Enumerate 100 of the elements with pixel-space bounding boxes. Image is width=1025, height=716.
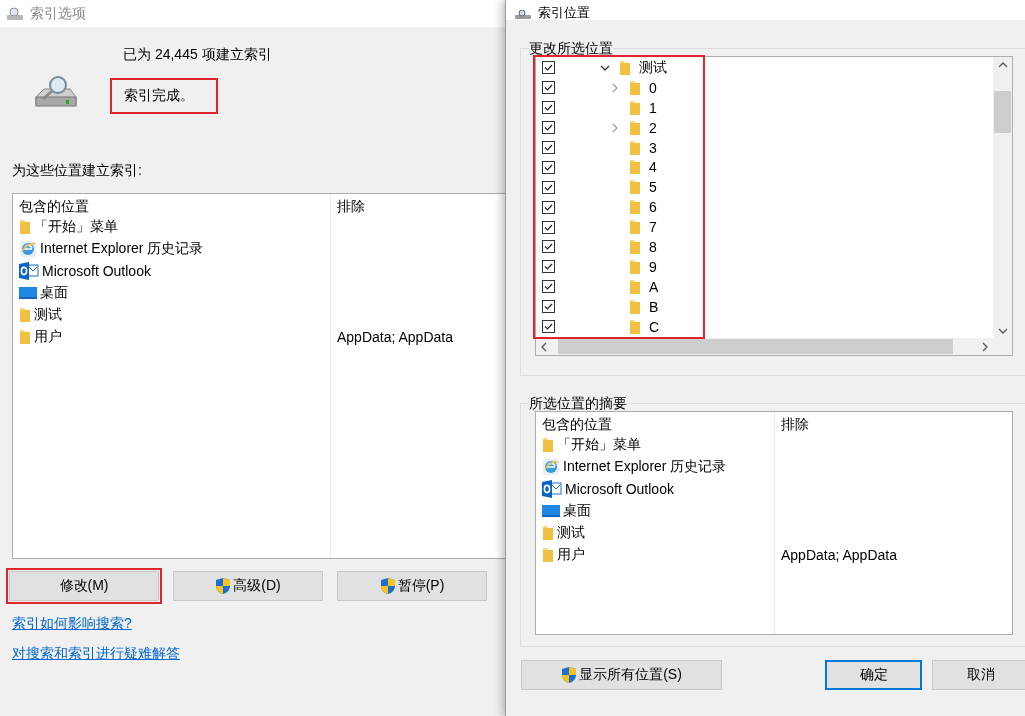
folder-name: B: [649, 298, 659, 315]
modify-button[interactable]: 修改(M): [9, 571, 159, 601]
folder-name: 0: [649, 79, 657, 96]
column-header: 包含的位置: [542, 416, 613, 434]
horizontal-scrollbar[interactable]: [536, 338, 993, 355]
folder-icon: [19, 307, 31, 323]
checkbox[interactable]: [542, 320, 555, 333]
folder-icon: [629, 258, 641, 275]
vertical-scrollbar[interactable]: [993, 57, 1012, 338]
dialog-button[interactable]: 取消: [932, 660, 1025, 690]
column-header: 排除: [781, 416, 810, 434]
checkbox[interactable]: [542, 240, 555, 254]
section-label: 为这些位置建立索引:: [12, 162, 143, 180]
checkbox[interactable]: [542, 101, 555, 115]
folder-icon: [629, 238, 641, 255]
shield-icon: [215, 577, 232, 595]
checkbox[interactable]: [542, 81, 555, 95]
location-name: 桌面: [40, 284, 68, 302]
shield-icon: [379, 577, 396, 595]
checkbox[interactable]: [542, 121, 555, 135]
folder-icon: [629, 99, 641, 116]
dialog-button[interactable]: 确定: [825, 660, 922, 690]
location-name: 测试: [34, 306, 62, 324]
indexed-count: 已为 24,445 项建立索引: [123, 45, 272, 63]
scrollbar-thumb[interactable]: [558, 339, 953, 354]
folder-icon: [629, 219, 641, 236]
checkbox[interactable]: [542, 220, 555, 234]
mail-app-icon: [542, 480, 562, 498]
status-text: 索引完成。: [124, 87, 194, 105]
location-name: 桌面: [563, 502, 591, 520]
checkbox[interactable]: [542, 260, 555, 274]
location-name: 用户: [34, 328, 62, 346]
folder-name: A: [649, 278, 659, 295]
folder-name: 8: [649, 238, 657, 255]
folder-icon: [542, 437, 554, 453]
folder-icon: [542, 547, 554, 563]
folder-icon: [629, 159, 641, 176]
folder-name: 测试: [639, 58, 667, 77]
checkbox[interactable]: [542, 61, 555, 75]
dialog-button[interactable]: 显示所有位置(S): [521, 660, 722, 690]
folder-name: 9: [649, 258, 657, 275]
folder-name: C: [649, 318, 660, 335]
folder-icon: [629, 79, 641, 96]
folder-icon: [629, 199, 641, 216]
window-title: 索引选项: [30, 4, 86, 23]
location-name: 测试: [557, 524, 585, 542]
admin-button[interactable]: 暂停(P): [337, 571, 487, 601]
folder-name: 1: [649, 99, 657, 116]
folder-name: 2: [649, 119, 657, 136]
help-link[interactable]: 索引如何影响搜索?: [12, 614, 132, 632]
group-title: 所选位置的摘要: [529, 395, 627, 411]
group-title: 更改所选位置: [529, 40, 613, 56]
folder-icon: [629, 318, 641, 335]
window-title: 索引位置: [538, 6, 590, 20]
folder-icon: [629, 278, 641, 295]
checkbox[interactable]: [542, 180, 555, 194]
folder-icon: [629, 139, 641, 156]
folder-icon: [542, 525, 554, 541]
search-drive-icon: [6, 6, 24, 21]
checkbox[interactable]: [542, 160, 555, 174]
checkbox[interactable]: [542, 280, 555, 294]
location-name: Internet Explorer 历史记录: [563, 458, 727, 476]
location-name: 「开始」菜单: [34, 218, 118, 236]
folder-icon: [19, 329, 31, 345]
location-name: Internet Explorer 历史记录: [40, 240, 204, 258]
admin-button[interactable]: 高级(D): [173, 571, 323, 601]
column-header: 排除: [337, 198, 366, 216]
checkbox[interactable]: [542, 141, 555, 154]
folder-name: 7: [649, 219, 657, 236]
folder-icon: [19, 219, 31, 235]
folder-icon: [619, 59, 631, 76]
folder-icon: [629, 119, 641, 136]
checkbox[interactable]: [542, 200, 555, 214]
folder-name: 6: [649, 199, 657, 216]
chevron-right-icon[interactable]: [981, 341, 989, 352]
browser-icon: [542, 458, 560, 476]
location-name: 用户: [557, 546, 585, 564]
location-name: Microsoft Outlook: [565, 481, 674, 497]
chevron-left-icon[interactable]: [540, 341, 548, 352]
location-name: Microsoft Outlook: [42, 263, 151, 279]
folder-icon: [629, 179, 641, 196]
desktop-icon: [19, 286, 37, 300]
folder-name: 4: [649, 159, 657, 176]
scrollbar-thumb[interactable]: [994, 91, 1011, 133]
search-drive-icon: [514, 10, 532, 20]
desktop-icon: [542, 504, 560, 518]
browser-icon: [19, 240, 37, 258]
checkbox[interactable]: [542, 300, 555, 314]
folder-name: 5: [649, 179, 657, 196]
folder-name: 3: [649, 139, 657, 156]
column-header: 包含的位置: [19, 198, 90, 216]
chevron-up-icon[interactable]: [997, 61, 1008, 69]
help-link[interactable]: 对搜索和索引进行疑难解答: [12, 644, 180, 662]
chevron-down-icon[interactable]: [997, 327, 1008, 335]
location-name: 「开始」菜单: [557, 436, 641, 454]
folder-icon: [629, 298, 641, 315]
mail-app-icon: [19, 262, 39, 280]
excluded-folders: AppData; AppData: [781, 547, 897, 563]
excluded-folders: AppData; AppData: [337, 329, 453, 345]
shield-icon: [561, 666, 578, 684]
